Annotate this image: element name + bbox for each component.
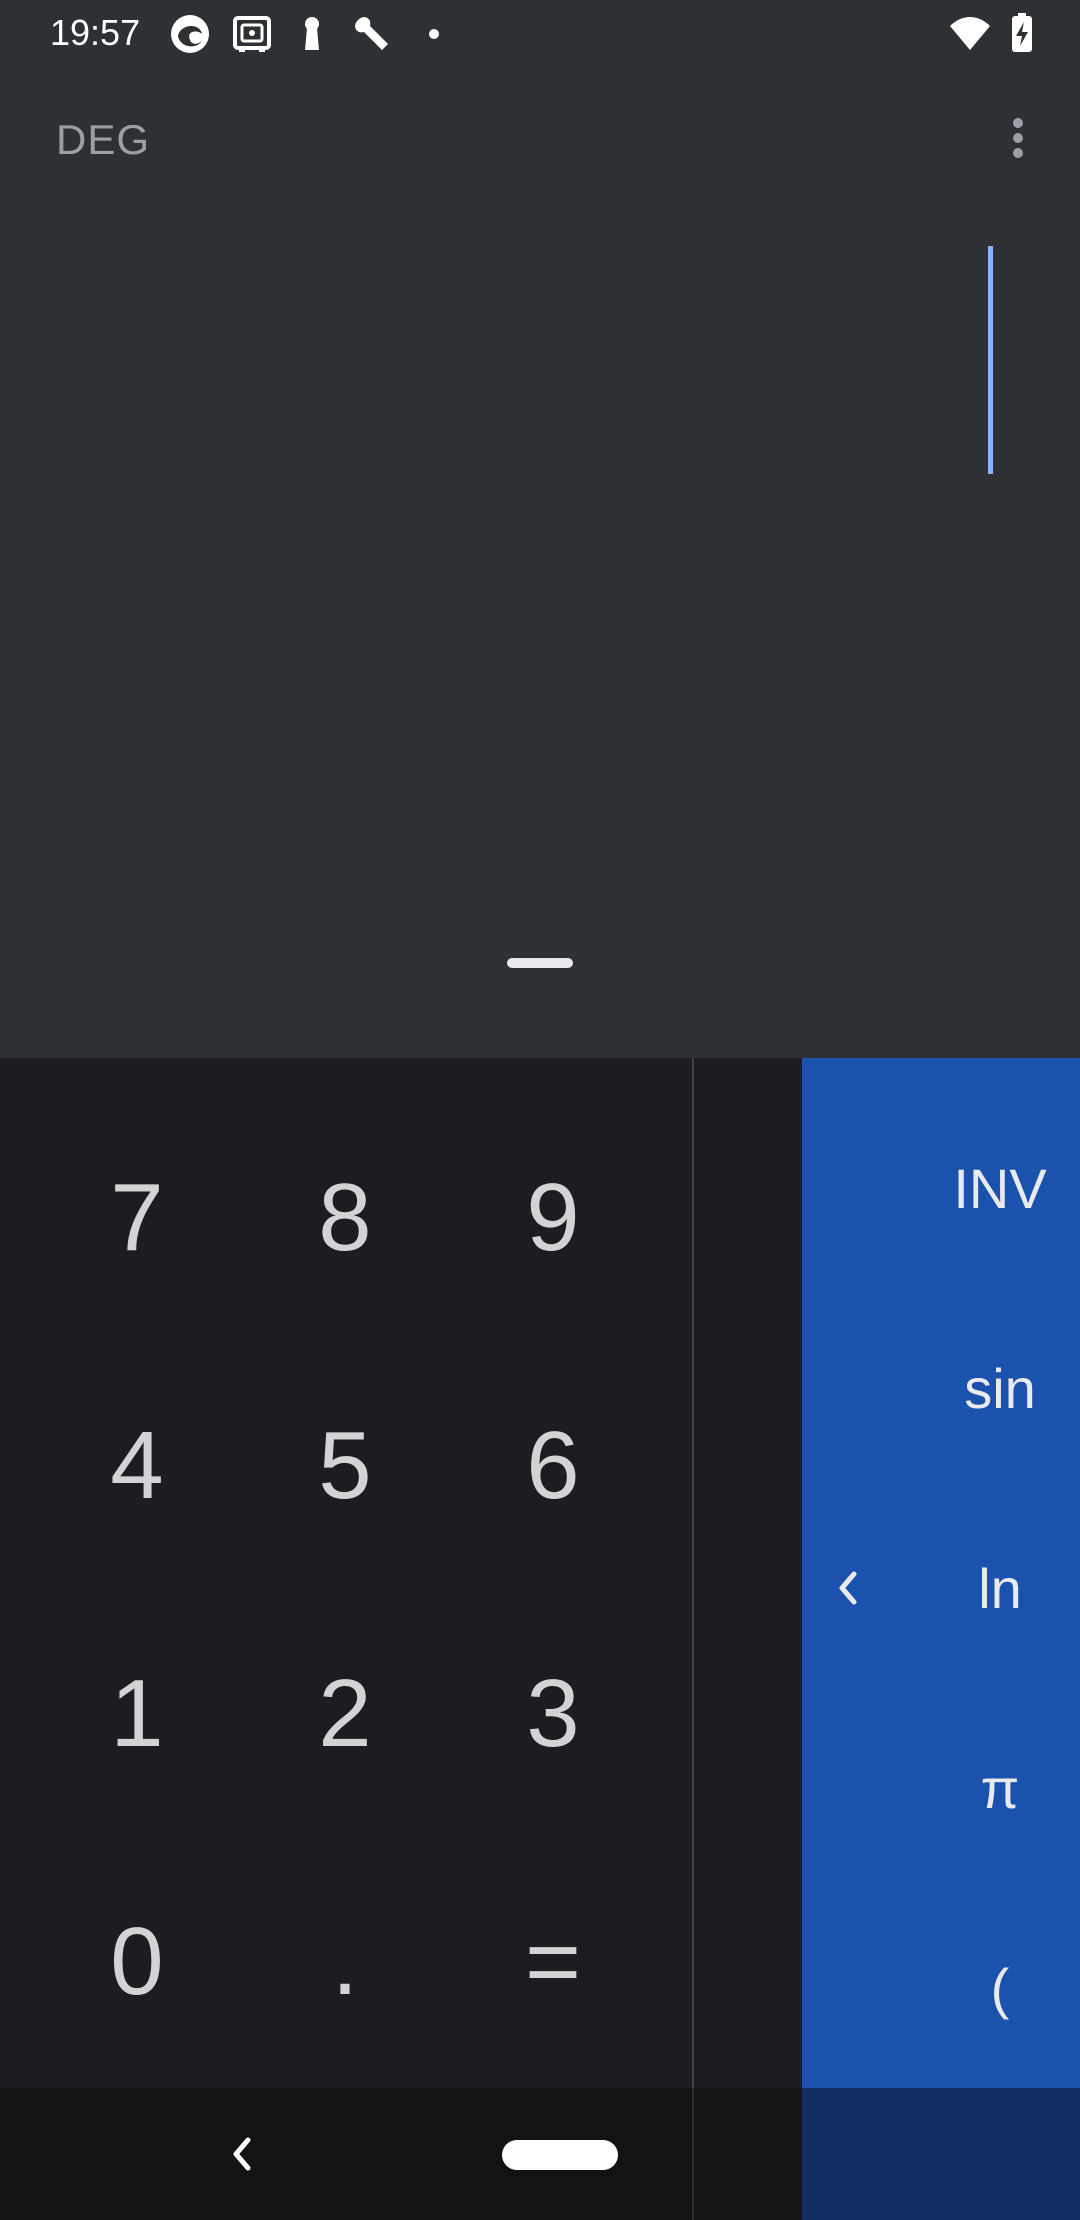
operator-strip (694, 1058, 802, 2088)
more-vert-icon (1013, 118, 1023, 128)
status-time: 19:57 (50, 12, 141, 53)
pi-key[interactable]: π (920, 1688, 1080, 1888)
more-options-button[interactable] (990, 110, 1046, 166)
key-1[interactable]: 1 (32, 1604, 242, 1824)
keyhole-icon (305, 17, 319, 50)
navigation-bar (0, 2088, 1080, 2220)
text-cursor (988, 246, 993, 474)
calculator-display: DEG (0, 66, 1080, 1058)
key-decimal[interactable]: . (240, 1852, 450, 2072)
key-equals[interactable]: = (448, 1852, 658, 2072)
advanced-panel[interactable]: INV sin ln π ( (802, 1058, 1080, 2088)
wrench-icon (355, 17, 388, 50)
status-bar: 19:57 (0, 0, 1080, 66)
key-2[interactable]: 2 (240, 1604, 450, 1824)
safe-icon (233, 16, 271, 52)
ln-key[interactable]: ln (920, 1488, 1080, 1688)
dot-icon (429, 29, 439, 39)
sin-key[interactable]: sin (920, 1288, 1080, 1488)
number-keypad: 7 8 9 4 5 6 1 2 3 0 . = (0, 1058, 692, 2088)
chevron-left-icon[interactable] (822, 1558, 872, 1618)
inv-key[interactable]: INV (920, 1088, 1080, 1288)
home-button[interactable] (502, 2140, 618, 2170)
battery-charging-icon (1012, 13, 1032, 52)
key-9[interactable]: 9 (448, 1108, 658, 1328)
open-paren-key[interactable]: ( (920, 1888, 1080, 2088)
key-7[interactable]: 7 (32, 1108, 242, 1328)
drag-handle[interactable] (507, 958, 573, 968)
edge-browser-icon (171, 15, 209, 53)
key-8[interactable]: 8 (240, 1108, 450, 1328)
angle-mode-toggle[interactable]: DEG (56, 116, 150, 164)
key-3[interactable]: 3 (448, 1604, 658, 1824)
key-0[interactable]: 0 (32, 1852, 242, 2072)
key-6[interactable]: 6 (448, 1356, 658, 1576)
wifi-icon (950, 17, 990, 50)
key-5[interactable]: 5 (240, 1356, 450, 1576)
key-4[interactable]: 4 (32, 1356, 242, 1576)
back-button[interactable] (222, 2130, 262, 2178)
